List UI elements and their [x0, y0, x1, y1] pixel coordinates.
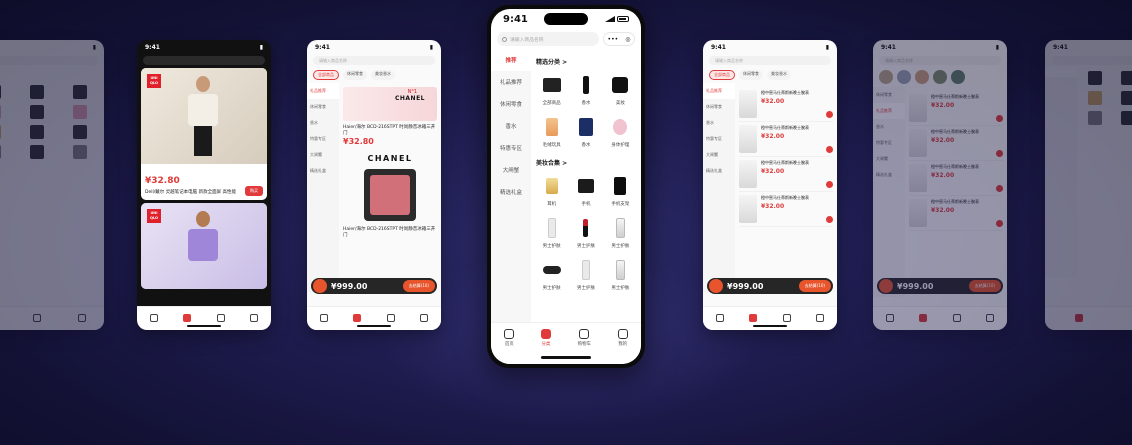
category-icon [540, 329, 551, 339]
sidebar-item-deals[interactable]: 特惠专区 [491, 137, 531, 159]
uniqlo-logo: UNI QLO [147, 209, 161, 223]
add-icon[interactable] [996, 150, 1003, 157]
sidebar-item-snacks[interactable]: 休闲零食 [491, 93, 531, 115]
phone-mockup-far-right: 9:41 [1045, 40, 1132, 330]
search-icon [502, 36, 507, 42]
beauty-category-grid: 耳机 手机 手机支架 男士护肤 男士护肤 男士护肤 男士护肤 男士护肤 男士护肤 [536, 173, 636, 291]
list-item[interactable]: 橙中窖马仕蒂斯新晚士腕表 ¥32.00 [739, 157, 833, 192]
add-icon[interactable] [826, 111, 833, 118]
category-item[interactable]: 男士护肤 [605, 215, 636, 249]
close-icon[interactable]: ◎ [625, 36, 630, 43]
list-item[interactable]: 橙中窖马仕蒂斯新晚士腕表 ¥32.00 [909, 161, 1003, 196]
avatar[interactable] [879, 70, 893, 84]
sidebar-item-recommend[interactable]: 推荐 [491, 49, 531, 71]
mini-program-capsule[interactable]: ••• ◎ [603, 32, 635, 46]
category-item[interactable]: 全部商品 [536, 72, 567, 106]
compact-product-image [364, 169, 416, 221]
product-card-fashion[interactable]: UNI QLO ¥32.80 Dell/戴尔 灵越笔记本电脑 新款全面屏 高性能… [141, 68, 267, 200]
featured-category-grid: 全部商品 香水 美妆 毛绒玩具 香水 身体护理 [536, 72, 636, 148]
category-item[interactable]: 男士护肤 [536, 257, 567, 291]
list-item[interactable]: 橙中窖马仕蒂斯新晚士腕表 ¥32.00 [739, 122, 833, 157]
list-item[interactable]: 橙中窖马仕蒂斯新晚士腕表 ¥32.00 [909, 91, 1003, 126]
tab-cart[interactable]: 购物车 [578, 329, 591, 347]
avatar[interactable] [897, 70, 911, 84]
uniqlo-logo: UNI QLO [147, 74, 161, 88]
chanel-banner[interactable]: N°1 CHANEL [343, 87, 437, 121]
avatar[interactable] [951, 70, 965, 84]
checkout-button[interactable]: 去结算(10) [402, 280, 435, 292]
list-item[interactable]: 橙中窖马仕蒂斯新晚士腕表 ¥32.00 [909, 196, 1003, 231]
battery-icon [617, 16, 629, 22]
dynamic-island [544, 13, 588, 25]
category-sidebar: 推荐 礼品推荐 休闲零食 香水 特惠专区 大闸蟹 精选礼盒 [491, 49, 531, 329]
product-card-fashion-2[interactable]: UNI QLO [141, 203, 267, 289]
cart-icon [579, 329, 590, 339]
status-time: 9:41 [145, 43, 160, 51]
status-time: 9:41 [503, 13, 528, 25]
category-item[interactable]: 手机支架 [605, 173, 636, 207]
add-icon[interactable] [826, 146, 833, 153]
category-item[interactable]: 身体护理 [605, 114, 636, 148]
list-item[interactable]: 橙中窖马仕蒂斯新晚士腕表 ¥32.00 [739, 192, 833, 227]
category-item[interactable]: 男士护肤 [605, 257, 636, 291]
chanel-logo: CHANEL [367, 154, 413, 163]
add-icon[interactable] [996, 115, 1003, 122]
list-item[interactable]: 橙中窖马仕蒂斯新晚士腕表 ¥32.00 [739, 87, 833, 122]
section-title-beauty[interactable]: 美妆合集 > [536, 158, 636, 167]
product-price: ¥32.80 [145, 176, 180, 186]
section-title-featured[interactable]: 精选分类 > [536, 57, 636, 66]
list-item[interactable]: 橙中窖马仕蒂斯新晚士腕表 ¥32.00 [909, 126, 1003, 161]
checkout-button[interactable]: 去结算(10) [798, 280, 831, 292]
category-item[interactable]: 男士护肤 [570, 215, 601, 249]
signal-icon [605, 16, 615, 22]
cart-bar: ¥999.00 去结算(10) [707, 278, 833, 294]
checkout-button[interactable]: 去结算(10) [968, 280, 1001, 292]
cart-icon[interactable] [879, 279, 893, 293]
model-image [183, 211, 223, 289]
phone-mockup-far-left: ▮ 精选分类 > [0, 40, 104, 330]
cart-icon[interactable] [313, 279, 327, 293]
avatar[interactable] [915, 70, 929, 84]
cart-bar: ¥999.00 去结算(10) [877, 278, 1003, 294]
chanel-logo: CHANEL [394, 95, 425, 102]
add-icon[interactable] [826, 216, 833, 223]
category-item[interactable]: 香水 [570, 114, 601, 148]
category-item[interactable]: 毛绒玩具 [536, 114, 567, 148]
user-icon [617, 329, 628, 339]
sidebar-item-perfume[interactable]: 香水 [491, 115, 531, 137]
add-icon[interactable] [996, 220, 1003, 227]
showcase-stage: ▮ 精选分类 > [0, 0, 1132, 445]
home-icon [504, 329, 515, 339]
add-icon[interactable] [826, 181, 833, 188]
search-input[interactable]: 请输入商品名称 [497, 32, 599, 46]
category-item[interactable]: 男士护肤 [536, 215, 567, 249]
phone-mockup-list: 9:41 ▮ 请输入商品名称 全部商品 休闲零食 美妆香水 礼品推荐 休闲零食 香… [703, 40, 837, 330]
model-image [183, 76, 223, 160]
phone-mockup-chanel: 9:41 ▮ 请输入商品名称 全部商品 休闲零食 美妆香水 礼品推荐 休闲零食 香… [307, 40, 441, 330]
phone-mockup-fashion: 9:41 ▮ UNI QLO ¥32.80 Dell/戴尔 灵越笔记本电脑 新款全… [137, 40, 271, 330]
sidebar-item-crab[interactable]: 大闸蟹 [491, 159, 531, 181]
more-icon[interactable]: ••• [608, 36, 619, 43]
sidebar-item-gifts[interactable]: 礼品推荐 [491, 71, 531, 93]
avatar[interactable] [933, 70, 947, 84]
category-item[interactable]: 耳机 [536, 173, 567, 207]
home-indicator [541, 356, 591, 359]
tab-category[interactable]: 分类 [540, 329, 551, 347]
category-item[interactable]: 手机 [570, 173, 601, 207]
tab-profile[interactable]: 我的 [617, 329, 628, 347]
tab-home[interactable]: 首页 [504, 329, 515, 347]
phone-mockup-center: 9:41 请输入商品名称 ••• ◎ 推荐 礼品推荐 休闲零食 香水 特惠专区 … [487, 5, 645, 368]
cart-icon[interactable] [709, 279, 723, 293]
buy-button[interactable]: 购买 [245, 186, 263, 196]
category-item[interactable]: 男士护肤 [570, 257, 601, 291]
category-content: 精选分类 > 全部商品 香水 美妆 毛绒玩具 香水 身体护理 美妆合集 > 耳机… [531, 49, 641, 329]
category-item[interactable]: 香水 [570, 72, 601, 106]
add-icon[interactable] [996, 185, 1003, 192]
cart-bar: ¥999.00 去结算(10) [311, 278, 437, 294]
category-item[interactable]: 美妆 [605, 72, 636, 106]
phone-mockup-list-2: 9:41 ▮ 请输入商品名称 休闲零食 礼品推荐 香水 特惠专区 大闸蟹 精选礼盒… [873, 40, 1007, 330]
sidebar-item-gift-box[interactable]: 精选礼盒 [491, 181, 531, 203]
